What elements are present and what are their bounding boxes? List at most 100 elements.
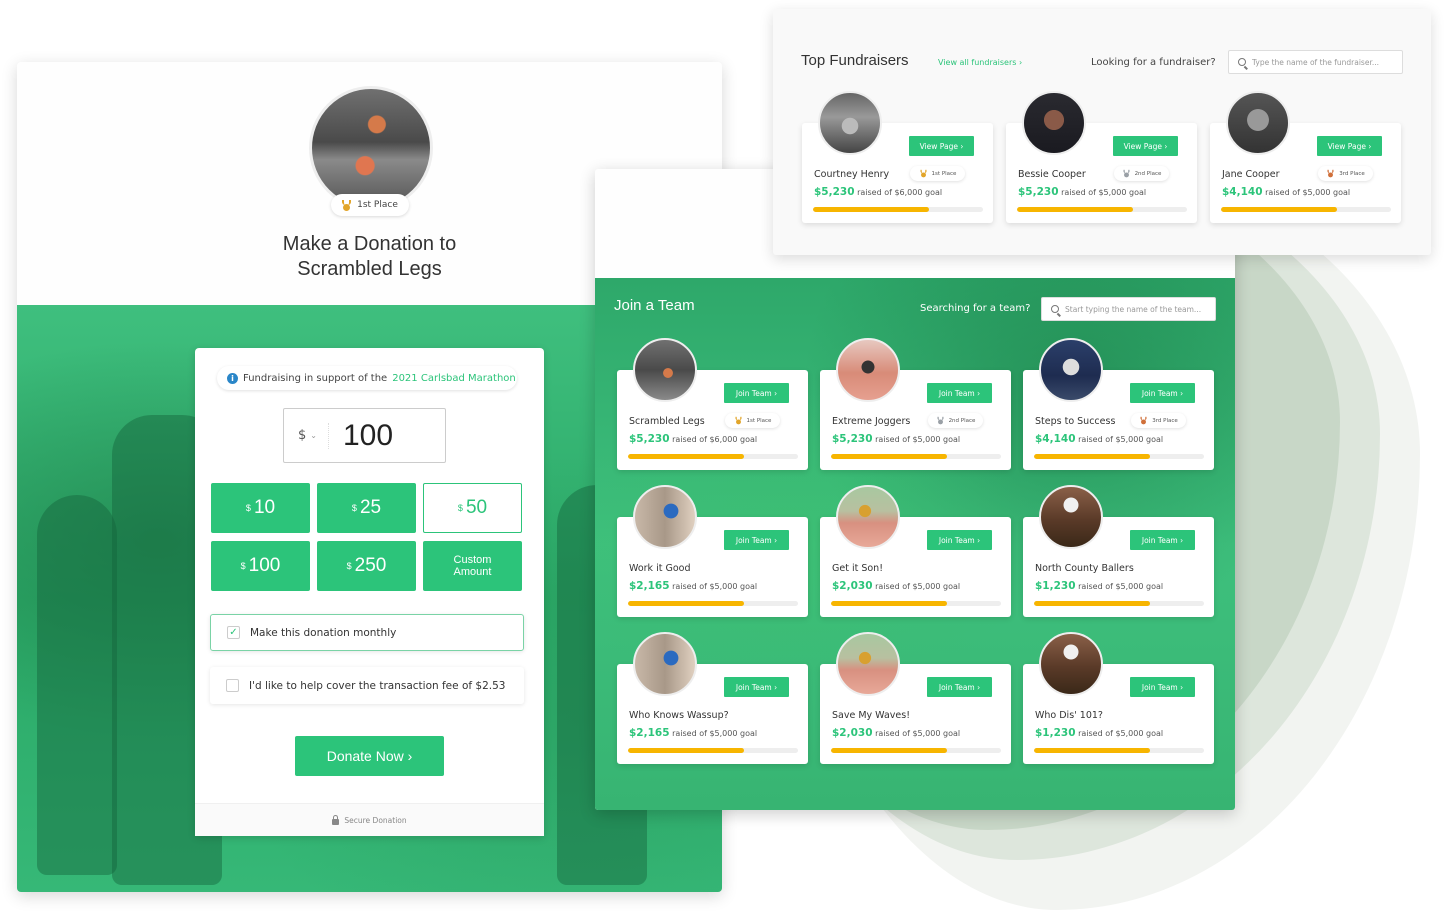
join-team-panel: Join a Team Searching for a team? Start … (595, 169, 1235, 810)
medal-icon (342, 199, 352, 211)
progress-fill (1034, 748, 1150, 753)
view-page-button[interactable]: View Page › (909, 136, 974, 156)
raised-amount: $5,230 raised of $5,000 goal (1018, 186, 1147, 198)
list-item: Join Team › Extreme Joggers 2nd Place $5,23… (820, 338, 1011, 470)
join-team-button[interactable]: Join Team › (724, 530, 789, 550)
fundraiser-search-input[interactable]: Type the name of the fundraiser... (1228, 50, 1403, 74)
raised-amount: $5,230 raised of $6,000 goal (814, 186, 943, 198)
join-team-button[interactable]: Join Team › (724, 383, 789, 403)
amount-value[interactable]: 100 (329, 419, 393, 453)
search-label: Searching for a team? (920, 303, 1031, 314)
preset-amounts: $10 $25 $50 $100 $250 Custom Amount (211, 483, 524, 591)
donation-form-card: i Fundraising in support of the 2021 Car… (195, 348, 544, 836)
item-name: Jane Cooper (1222, 169, 1280, 180)
search-icon (1238, 58, 1246, 66)
chevron-down-icon: ⌄ (310, 431, 317, 440)
progress-fill (1034, 454, 1150, 459)
progress-bar (1034, 601, 1204, 606)
amount-button-250[interactable]: $250 (317, 541, 416, 591)
progress-fill (1221, 207, 1337, 212)
list-item: View Page › Jane Cooper 3rd Place $4,140 ra… (1210, 91, 1401, 223)
event-link[interactable]: 2021 Carlsbad Marathon (392, 373, 516, 384)
progress-fill (628, 601, 744, 606)
progress-bar (628, 748, 798, 753)
item-name: Get it Son! (832, 563, 884, 574)
avatar (836, 338, 900, 402)
list-item: Join Team › Get it Son! $2,030 raised of $… (820, 485, 1011, 617)
item-name: Who Dis' 101? (1035, 710, 1103, 721)
monthly-option[interactable]: ✓ Make this donation monthly (210, 614, 524, 651)
fee-checkbox[interactable] (226, 679, 239, 692)
amount-button-100[interactable]: $100 (211, 541, 310, 591)
avatar (633, 632, 697, 696)
progress-bar (1017, 207, 1187, 212)
list-item: Join Team › Who Knows Wassup? $2,165 raise… (617, 632, 808, 764)
list-item: Join Team › Who Dis' 101? $1,230 raised of… (1023, 632, 1214, 764)
currency-select[interactable]: $ ⌄ (284, 422, 329, 449)
progress-bar (831, 454, 1001, 459)
view-page-button[interactable]: View Page › (1317, 136, 1382, 156)
medal-icon (1140, 416, 1147, 425)
place-badge: 2nd Place (928, 413, 983, 428)
medal-icon (734, 416, 742, 425)
avatar (1039, 485, 1103, 549)
progress-bar (813, 207, 983, 212)
place-badge: 1st Place (725, 413, 780, 428)
item-name: Bessie Cooper (1018, 169, 1086, 180)
raised-amount: $1,230 raised of $5,000 goal (1035, 727, 1164, 739)
place-badge: 1st Place (910, 166, 965, 181)
avatar (836, 632, 900, 696)
join-team-button[interactable]: Join Team › (927, 530, 992, 550)
custom-amount-button[interactable]: Custom Amount (423, 541, 522, 591)
list-item: Join Team › Work it Good $2,165 raised of … (617, 485, 808, 617)
place-badge: 3rd Place (1318, 166, 1373, 181)
item-name: Save My Waves! (832, 710, 911, 721)
progress-fill (1017, 207, 1133, 212)
join-team-button[interactable]: Join Team › (927, 383, 992, 403)
amount-button-10[interactable]: $10 (211, 483, 310, 533)
search-label: Looking for a fundraiser? (1091, 57, 1216, 68)
raised-amount: $2,030 raised of $5,000 goal (832, 580, 961, 592)
item-name: Work it Good (629, 563, 691, 574)
join-team-button[interactable]: Join Team › (1130, 383, 1195, 403)
progress-fill (628, 748, 744, 753)
view-page-button[interactable]: View Page › (1113, 136, 1178, 156)
join-team-button[interactable]: Join Team › (1130, 677, 1195, 697)
monthly-checkbox[interactable]: ✓ (227, 626, 240, 639)
medal-icon (919, 169, 927, 178)
item-name: Steps to Success (1035, 416, 1116, 427)
runner-silhouette (37, 495, 117, 875)
item-name: Extreme Joggers (832, 416, 911, 427)
amount-button-25[interactable]: $25 (317, 483, 416, 533)
progress-fill (628, 454, 744, 459)
view-all-fundraisers-link[interactable]: View all fundraisers › (938, 58, 1022, 67)
list-item: Join Team › North County Ballers $1,230 ra… (1023, 485, 1214, 617)
amount-input[interactable]: $ ⌄ 100 (283, 408, 446, 463)
avatar (818, 91, 882, 155)
list-item: View Page › Courtney Henry 1st Place $5,230… (802, 91, 993, 223)
progress-bar (831, 748, 1001, 753)
amount-button-50[interactable]: $50 (423, 483, 522, 533)
fee-option[interactable]: I'd like to help cover the transaction f… (210, 667, 524, 704)
progress-fill (831, 454, 947, 459)
info-icon: i (227, 372, 238, 384)
donate-now-button[interactable]: Donate Now › (295, 736, 444, 776)
raised-amount: $4,140 raised of $5,000 goal (1035, 433, 1164, 445)
item-name: Who Knows Wassup? (629, 710, 729, 721)
join-team-button[interactable]: Join Team › (724, 677, 789, 697)
avatar (1226, 91, 1290, 155)
progress-bar (628, 454, 798, 459)
top-fundraisers-panel: Top Fundraisers View all fundraisers › L… (773, 9, 1431, 255)
section-title: Top Fundraisers (801, 52, 909, 69)
join-team-button[interactable]: Join Team › (927, 677, 992, 697)
list-item: Join Team › Save My Waves! $2,030 raised o… (820, 632, 1011, 764)
team-search-input[interactable]: Start typing the name of the team... (1041, 297, 1216, 321)
medal-icon (1327, 169, 1334, 178)
avatar (1039, 338, 1103, 402)
raised-amount: $2,165 raised of $5,000 goal (629, 580, 758, 592)
place-badge: 1st Place (331, 194, 409, 216)
raised-amount: $1,230 raised of $5,000 goal (1035, 580, 1164, 592)
join-team-button[interactable]: Join Team › (1130, 530, 1195, 550)
avatar (1039, 632, 1103, 696)
medal-icon (1122, 169, 1130, 178)
